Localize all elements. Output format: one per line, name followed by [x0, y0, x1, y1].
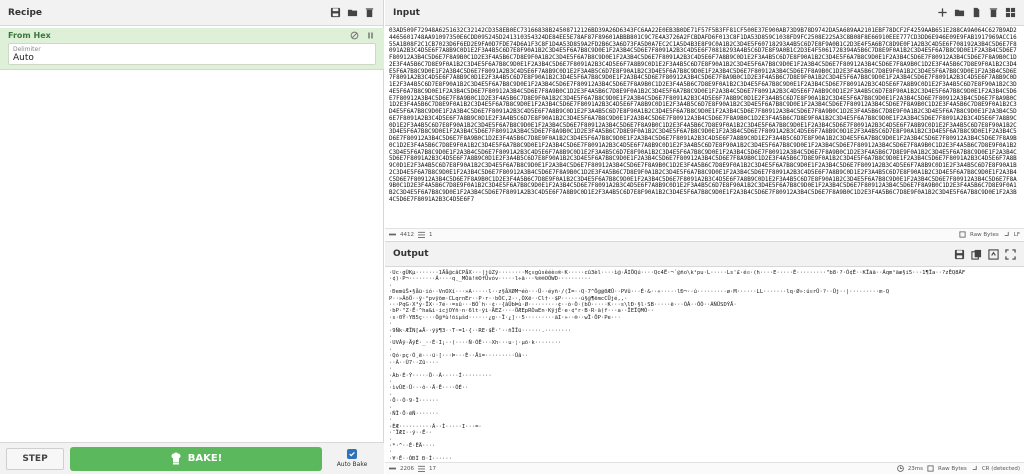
- autobake-toggle[interactable]: Auto Bake: [328, 449, 376, 468]
- maximise-output-icon[interactable]: [1005, 248, 1016, 260]
- clock-icon: [896, 465, 904, 472]
- output-header: Output: [385, 241, 1024, 267]
- open-file-icon[interactable]: [971, 7, 982, 18]
- output-length-icon: [389, 465, 396, 472]
- output-lines: 17: [429, 465, 436, 472]
- recipe-header: Recipe: [0, 0, 383, 26]
- input-encoding-icon: [959, 231, 966, 238]
- output-length: 2206: [400, 465, 414, 472]
- open-folder-icon[interactable]: [954, 7, 965, 18]
- operation-name: From Hex: [8, 31, 51, 40]
- breakpoint-icon[interactable]: [365, 30, 376, 41]
- clear-input-icon[interactable]: [988, 7, 999, 18]
- input-title: Input: [393, 7, 420, 18]
- input-text-area[interactable]: 03AD509F72948A6251632C32142CD358EB0EC731…: [385, 26, 1024, 227]
- load-recipe-icon[interactable]: [347, 7, 358, 18]
- bake-label: BAKE!: [187, 453, 223, 464]
- lines-icon: [418, 231, 425, 238]
- disable-operation-icon[interactable]: [349, 30, 360, 41]
- chef-hat-icon: [171, 452, 181, 464]
- recipe-title: Recipe: [8, 7, 43, 18]
- recipe-panel: Recipe From Hex Delimiter Auto STEP BAKE…: [0, 0, 384, 474]
- input-status-bar: 4412 1 Raw Bytes LF: [385, 228, 1024, 240]
- step-button[interactable]: STEP: [6, 447, 64, 470]
- length-icon: [389, 231, 396, 238]
- output-encoding[interactable]: Raw Bytes: [938, 466, 967, 472]
- delimiter-field[interactable]: Delimiter Auto: [8, 43, 376, 65]
- input-eol[interactable]: LF: [1014, 232, 1020, 238]
- output-eol-icon: [971, 465, 978, 472]
- output-eol[interactable]: CR (detected): [982, 466, 1020, 472]
- save-recipe-icon[interactable]: [330, 7, 341, 18]
- delimiter-value[interactable]: Auto: [13, 53, 371, 64]
- bake-button[interactable]: BAKE!: [70, 446, 322, 471]
- input-lines: 1: [429, 231, 433, 238]
- autobake-label: Auto Bake: [336, 461, 368, 468]
- copy-output-icon[interactable]: [971, 249, 982, 260]
- output-time: 23ms: [907, 465, 924, 472]
- layout-icon[interactable]: [1005, 7, 1016, 18]
- add-tab-icon[interactable]: [937, 7, 948, 18]
- autobake-checkbox[interactable]: [347, 449, 357, 459]
- input-header: Input: [385, 0, 1024, 26]
- io-panel: Input 03AD509F72948A6251632C32142CD358EB…: [385, 0, 1024, 474]
- input-length: 4412: [400, 231, 414, 238]
- input-encoding[interactable]: Raw Bytes: [970, 232, 999, 238]
- delimiter-label: Delimiter: [13, 46, 41, 53]
- replace-input-icon[interactable]: [988, 248, 999, 260]
- output-text-area[interactable]: ·Uc·gÙKµ·······1Äå@câCPåX···|jûZÿ·······…: [385, 268, 1024, 460]
- operation-from-hex[interactable]: From Hex Delimiter Auto: [0, 28, 384, 70]
- output-title: Output: [393, 249, 429, 259]
- output-encoding-icon: [927, 465, 934, 472]
- output-status-bar: 2206 17 23ms Raw Bytes CR (detected): [385, 462, 1024, 474]
- clear-recipe-icon[interactable]: [364, 7, 375, 18]
- save-output-icon[interactable]: [954, 249, 965, 260]
- control-bar: STEP BAKE! Auto Bake: [0, 442, 384, 474]
- input-eol-icon: [1003, 231, 1010, 238]
- output-lines-icon: [418, 465, 425, 472]
